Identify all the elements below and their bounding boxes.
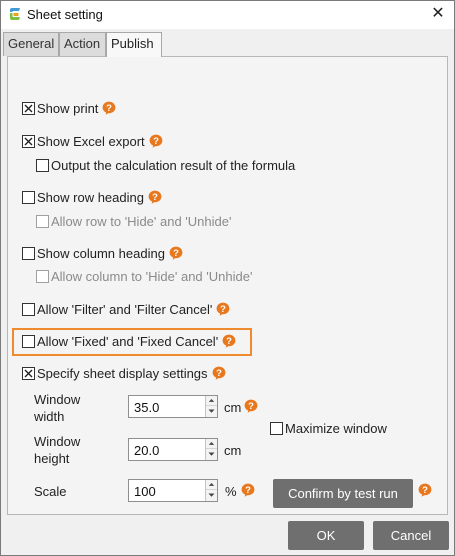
tab-general[interactable]: General [3, 32, 59, 56]
allow-row-hide-label: Allow row to 'Hide' and 'Unhide' [51, 213, 232, 229]
window-height-input[interactable] [132, 442, 202, 459]
maximize-window-checkbox[interactable] [270, 421, 283, 435]
help-icon[interactable] [418, 483, 432, 497]
window-width-unit: cm [224, 400, 242, 415]
help-icon[interactable] [149, 134, 163, 148]
help-icon[interactable] [241, 483, 255, 497]
show-column-heading-option[interactable]: Show column heading [22, 244, 183, 262]
help-icon[interactable] [212, 366, 226, 380]
allow-row-hide-option: Allow row to 'Hide' and 'Unhide' [36, 212, 231, 230]
spin-down-icon[interactable] [206, 449, 217, 459]
help-icon[interactable] [102, 101, 116, 115]
scale-spin-arrows [205, 480, 217, 501]
show-excel-export-checkbox[interactable] [22, 134, 35, 148]
spin-down-icon[interactable] [206, 490, 217, 500]
window-height-stepper[interactable] [128, 438, 218, 461]
maximize-window-option[interactable]: Maximize window [270, 419, 387, 437]
help-icon[interactable] [148, 190, 162, 204]
tab-action[interactable]: Action [59, 32, 106, 56]
allow-filter-label: Allow 'Filter' and 'Filter Cancel' [37, 301, 213, 317]
show-column-heading-checkbox[interactable] [22, 246, 35, 260]
show-row-heading-option[interactable]: Show row heading [22, 188, 162, 206]
allow-column-hide-option: Allow column to 'Hide' and 'Unhide' [36, 267, 252, 285]
help-icon[interactable] [216, 302, 230, 316]
window-width-label-line1: Window [34, 392, 81, 407]
publish-panel: Show print Show Excel export Output the … [7, 56, 448, 515]
allow-filter-checkbox[interactable] [22, 302, 35, 316]
scale-stepper[interactable] [128, 479, 218, 502]
show-print-checkbox[interactable] [22, 101, 35, 115]
allow-filter-option[interactable]: Allow 'Filter' and 'Filter Cancel' [22, 300, 230, 318]
window-title: Sheet setting [27, 7, 103, 22]
window-height-label: Window height [34, 433, 80, 467]
help-icon[interactable] [244, 399, 258, 413]
output-calc-result-checkbox[interactable] [36, 158, 49, 172]
show-print-option[interactable]: Show print [22, 99, 116, 117]
window-height-label-line2: height [34, 451, 70, 466]
close-icon[interactable]: ✕ [427, 4, 449, 24]
checkbox-checked-icon [24, 137, 33, 146]
window-height-label-line1: Window [34, 434, 81, 449]
scale-label: Scale [34, 484, 67, 499]
window-height-spin-arrows [205, 439, 217, 460]
specify-display-label: Specify sheet display settings [37, 365, 208, 381]
show-print-label: Show print [37, 100, 99, 116]
app-logo-icon [10, 8, 20, 20]
tab-publish[interactable]: Publish [106, 32, 162, 57]
allow-column-hide-checkbox [36, 269, 49, 283]
scale-unit: % [225, 484, 237, 499]
window-width-spin-arrows [205, 396, 217, 417]
checkbox-checked-icon [24, 369, 33, 378]
show-row-heading-label: Show row heading [37, 189, 144, 205]
cancel-button[interactable]: Cancel [373, 521, 449, 550]
spin-up-icon[interactable] [206, 480, 217, 490]
show-excel-export-option[interactable]: Show Excel export [22, 132, 163, 150]
dialog-body: General Action Publish Show print Show E… [1, 29, 454, 555]
output-calc-result-label: Output the calculation result of the for… [51, 157, 296, 173]
show-column-heading-label: Show column heading [37, 245, 165, 261]
window-width-label: Window width [34, 391, 80, 425]
sheet-setting-dialog: Sheet setting ✕ General Action Publish S… [0, 0, 455, 556]
window-width-input[interactable] [132, 399, 202, 416]
spin-up-icon[interactable] [206, 396, 217, 406]
ok-button[interactable]: OK [288, 521, 364, 550]
show-excel-export-label: Show Excel export [37, 133, 145, 149]
output-calc-result-option[interactable]: Output the calculation result of the for… [36, 156, 295, 174]
highlight-frame [12, 328, 252, 356]
confirm-by-test-run-button[interactable]: Confirm by test run [273, 479, 413, 508]
checkbox-checked-icon [24, 104, 33, 113]
title-bar: Sheet setting ✕ [1, 1, 454, 29]
spin-up-icon[interactable] [206, 439, 217, 449]
scale-input[interactable] [132, 483, 202, 500]
allow-row-hide-checkbox [36, 214, 49, 228]
specify-display-option[interactable]: Specify sheet display settings [22, 364, 226, 382]
specify-display-checkbox[interactable] [22, 366, 35, 380]
spin-down-icon[interactable] [206, 406, 217, 416]
show-row-heading-checkbox[interactable] [22, 190, 35, 204]
maximize-window-label: Maximize window [285, 420, 387, 436]
allow-column-hide-label: Allow column to 'Hide' and 'Unhide' [51, 268, 253, 284]
window-height-unit: cm [224, 443, 242, 458]
help-icon[interactable] [169, 246, 183, 260]
window-width-stepper[interactable] [128, 395, 218, 418]
window-width-label-line2: width [34, 409, 65, 424]
